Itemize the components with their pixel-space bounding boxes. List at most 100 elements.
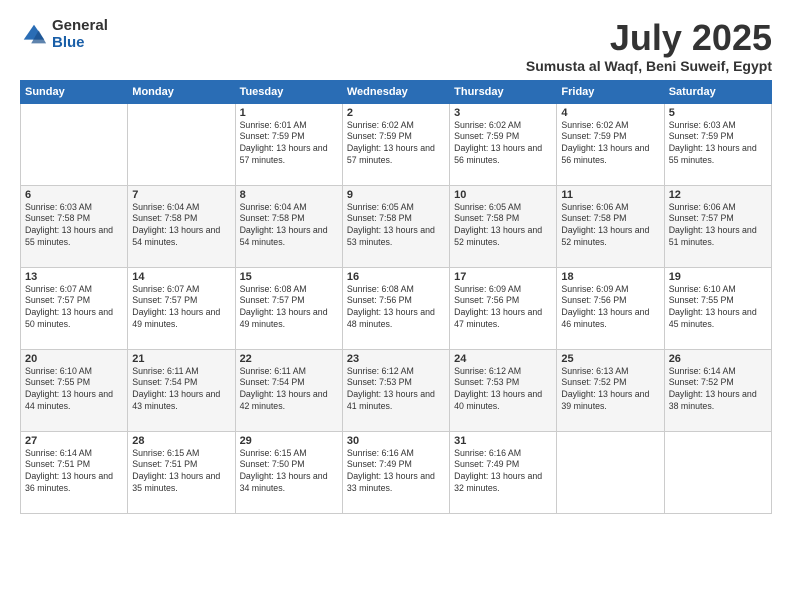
day-number: 13 bbox=[25, 271, 123, 283]
day-info: Sunrise: 6:03 AM Sunset: 7:58 PM Dayligh… bbox=[25, 202, 123, 250]
day-cell: 16Sunrise: 6:08 AM Sunset: 7:56 PM Dayli… bbox=[342, 267, 449, 349]
day-cell: 23Sunrise: 6:12 AM Sunset: 7:53 PM Dayli… bbox=[342, 349, 449, 431]
logo-general: General bbox=[52, 18, 108, 35]
day-number: 27 bbox=[25, 435, 123, 447]
day-info: Sunrise: 6:14 AM Sunset: 7:51 PM Dayligh… bbox=[25, 448, 123, 496]
day-cell: 22Sunrise: 6:11 AM Sunset: 7:54 PM Dayli… bbox=[235, 349, 342, 431]
day-info: Sunrise: 6:12 AM Sunset: 7:53 PM Dayligh… bbox=[454, 366, 552, 414]
day-cell: 30Sunrise: 6:16 AM Sunset: 7:49 PM Dayli… bbox=[342, 431, 449, 513]
week-row-4: 27Sunrise: 6:14 AM Sunset: 7:51 PM Dayli… bbox=[21, 431, 772, 513]
day-number: 19 bbox=[669, 271, 767, 283]
day-number: 31 bbox=[454, 435, 552, 447]
logo-blue: Blue bbox=[52, 35, 108, 52]
day-info: Sunrise: 6:09 AM Sunset: 7:56 PM Dayligh… bbox=[454, 284, 552, 332]
day-cell: 25Sunrise: 6:13 AM Sunset: 7:52 PM Dayli… bbox=[557, 349, 664, 431]
day-number: 29 bbox=[240, 435, 338, 447]
day-number: 3 bbox=[454, 107, 552, 119]
day-info: Sunrise: 6:11 AM Sunset: 7:54 PM Dayligh… bbox=[240, 366, 338, 414]
day-info: Sunrise: 6:13 AM Sunset: 7:52 PM Dayligh… bbox=[561, 366, 659, 414]
day-number: 24 bbox=[454, 353, 552, 365]
col-sunday: Sunday bbox=[21, 80, 128, 103]
day-cell: 18Sunrise: 6:09 AM Sunset: 7:56 PM Dayli… bbox=[557, 267, 664, 349]
day-info: Sunrise: 6:10 AM Sunset: 7:55 PM Dayligh… bbox=[669, 284, 767, 332]
header-row: Sunday Monday Tuesday Wednesday Thursday… bbox=[21, 80, 772, 103]
day-number: 1 bbox=[240, 107, 338, 119]
day-cell: 10Sunrise: 6:05 AM Sunset: 7:58 PM Dayli… bbox=[450, 185, 557, 267]
header: General Blue July 2025 Sumusta al Waqf, … bbox=[20, 18, 772, 74]
day-number: 21 bbox=[132, 353, 230, 365]
logo-text: General Blue bbox=[52, 18, 108, 51]
day-info: Sunrise: 6:11 AM Sunset: 7:54 PM Dayligh… bbox=[132, 366, 230, 414]
day-number: 7 bbox=[132, 189, 230, 201]
day-info: Sunrise: 6:04 AM Sunset: 7:58 PM Dayligh… bbox=[132, 202, 230, 250]
day-info: Sunrise: 6:02 AM Sunset: 7:59 PM Dayligh… bbox=[454, 120, 552, 168]
day-info: Sunrise: 6:09 AM Sunset: 7:56 PM Dayligh… bbox=[561, 284, 659, 332]
day-number: 20 bbox=[25, 353, 123, 365]
day-cell: 14Sunrise: 6:07 AM Sunset: 7:57 PM Dayli… bbox=[128, 267, 235, 349]
day-cell: 13Sunrise: 6:07 AM Sunset: 7:57 PM Dayli… bbox=[21, 267, 128, 349]
day-cell bbox=[21, 103, 128, 185]
day-cell: 29Sunrise: 6:15 AM Sunset: 7:50 PM Dayli… bbox=[235, 431, 342, 513]
page: General Blue July 2025 Sumusta al Waqf, … bbox=[0, 0, 792, 612]
day-info: Sunrise: 6:06 AM Sunset: 7:58 PM Dayligh… bbox=[561, 202, 659, 250]
day-cell: 2Sunrise: 6:02 AM Sunset: 7:59 PM Daylig… bbox=[342, 103, 449, 185]
day-number: 25 bbox=[561, 353, 659, 365]
week-row-1: 6Sunrise: 6:03 AM Sunset: 7:58 PM Daylig… bbox=[21, 185, 772, 267]
month-title: July 2025 bbox=[526, 18, 772, 58]
day-cell: 9Sunrise: 6:05 AM Sunset: 7:58 PM Daylig… bbox=[342, 185, 449, 267]
col-monday: Monday bbox=[128, 80, 235, 103]
day-info: Sunrise: 6:04 AM Sunset: 7:58 PM Dayligh… bbox=[240, 202, 338, 250]
day-number: 30 bbox=[347, 435, 445, 447]
day-cell bbox=[664, 431, 771, 513]
col-wednesday: Wednesday bbox=[342, 80, 449, 103]
day-number: 18 bbox=[561, 271, 659, 283]
day-cell: 24Sunrise: 6:12 AM Sunset: 7:53 PM Dayli… bbox=[450, 349, 557, 431]
day-info: Sunrise: 6:16 AM Sunset: 7:49 PM Dayligh… bbox=[454, 448, 552, 496]
day-cell: 11Sunrise: 6:06 AM Sunset: 7:58 PM Dayli… bbox=[557, 185, 664, 267]
day-cell: 6Sunrise: 6:03 AM Sunset: 7:58 PM Daylig… bbox=[21, 185, 128, 267]
day-cell: 7Sunrise: 6:04 AM Sunset: 7:58 PM Daylig… bbox=[128, 185, 235, 267]
day-number: 8 bbox=[240, 189, 338, 201]
calendar-table: Sunday Monday Tuesday Wednesday Thursday… bbox=[20, 80, 772, 514]
col-tuesday: Tuesday bbox=[235, 80, 342, 103]
day-info: Sunrise: 6:14 AM Sunset: 7:52 PM Dayligh… bbox=[669, 366, 767, 414]
day-info: Sunrise: 6:15 AM Sunset: 7:51 PM Dayligh… bbox=[132, 448, 230, 496]
day-number: 9 bbox=[347, 189, 445, 201]
day-info: Sunrise: 6:01 AM Sunset: 7:59 PM Dayligh… bbox=[240, 120, 338, 168]
day-number: 6 bbox=[25, 189, 123, 201]
day-info: Sunrise: 6:07 AM Sunset: 7:57 PM Dayligh… bbox=[132, 284, 230, 332]
day-number: 16 bbox=[347, 271, 445, 283]
day-cell: 12Sunrise: 6:06 AM Sunset: 7:57 PM Dayli… bbox=[664, 185, 771, 267]
day-cell bbox=[557, 431, 664, 513]
day-info: Sunrise: 6:02 AM Sunset: 7:59 PM Dayligh… bbox=[561, 120, 659, 168]
day-info: Sunrise: 6:06 AM Sunset: 7:57 PM Dayligh… bbox=[669, 202, 767, 250]
day-info: Sunrise: 6:15 AM Sunset: 7:50 PM Dayligh… bbox=[240, 448, 338, 496]
col-thursday: Thursday bbox=[450, 80, 557, 103]
day-info: Sunrise: 6:02 AM Sunset: 7:59 PM Dayligh… bbox=[347, 120, 445, 168]
location-title: Sumusta al Waqf, Beni Suweif, Egypt bbox=[526, 58, 772, 74]
day-cell: 5Sunrise: 6:03 AM Sunset: 7:59 PM Daylig… bbox=[664, 103, 771, 185]
day-info: Sunrise: 6:07 AM Sunset: 7:57 PM Dayligh… bbox=[25, 284, 123, 332]
col-friday: Friday bbox=[557, 80, 664, 103]
day-cell: 27Sunrise: 6:14 AM Sunset: 7:51 PM Dayli… bbox=[21, 431, 128, 513]
day-number: 12 bbox=[669, 189, 767, 201]
day-cell: 21Sunrise: 6:11 AM Sunset: 7:54 PM Dayli… bbox=[128, 349, 235, 431]
day-cell: 31Sunrise: 6:16 AM Sunset: 7:49 PM Dayli… bbox=[450, 431, 557, 513]
day-info: Sunrise: 6:16 AM Sunset: 7:49 PM Dayligh… bbox=[347, 448, 445, 496]
day-number: 10 bbox=[454, 189, 552, 201]
day-cell: 4Sunrise: 6:02 AM Sunset: 7:59 PM Daylig… bbox=[557, 103, 664, 185]
day-cell bbox=[128, 103, 235, 185]
day-number: 22 bbox=[240, 353, 338, 365]
day-number: 28 bbox=[132, 435, 230, 447]
day-number: 26 bbox=[669, 353, 767, 365]
day-cell: 17Sunrise: 6:09 AM Sunset: 7:56 PM Dayli… bbox=[450, 267, 557, 349]
col-saturday: Saturday bbox=[664, 80, 771, 103]
day-info: Sunrise: 6:05 AM Sunset: 7:58 PM Dayligh… bbox=[454, 202, 552, 250]
week-row-3: 20Sunrise: 6:10 AM Sunset: 7:55 PM Dayli… bbox=[21, 349, 772, 431]
week-row-2: 13Sunrise: 6:07 AM Sunset: 7:57 PM Dayli… bbox=[21, 267, 772, 349]
day-cell: 19Sunrise: 6:10 AM Sunset: 7:55 PM Dayli… bbox=[664, 267, 771, 349]
logo-icon bbox=[20, 21, 48, 49]
day-cell: 28Sunrise: 6:15 AM Sunset: 7:51 PM Dayli… bbox=[128, 431, 235, 513]
day-number: 2 bbox=[347, 107, 445, 119]
day-info: Sunrise: 6:10 AM Sunset: 7:55 PM Dayligh… bbox=[25, 366, 123, 414]
